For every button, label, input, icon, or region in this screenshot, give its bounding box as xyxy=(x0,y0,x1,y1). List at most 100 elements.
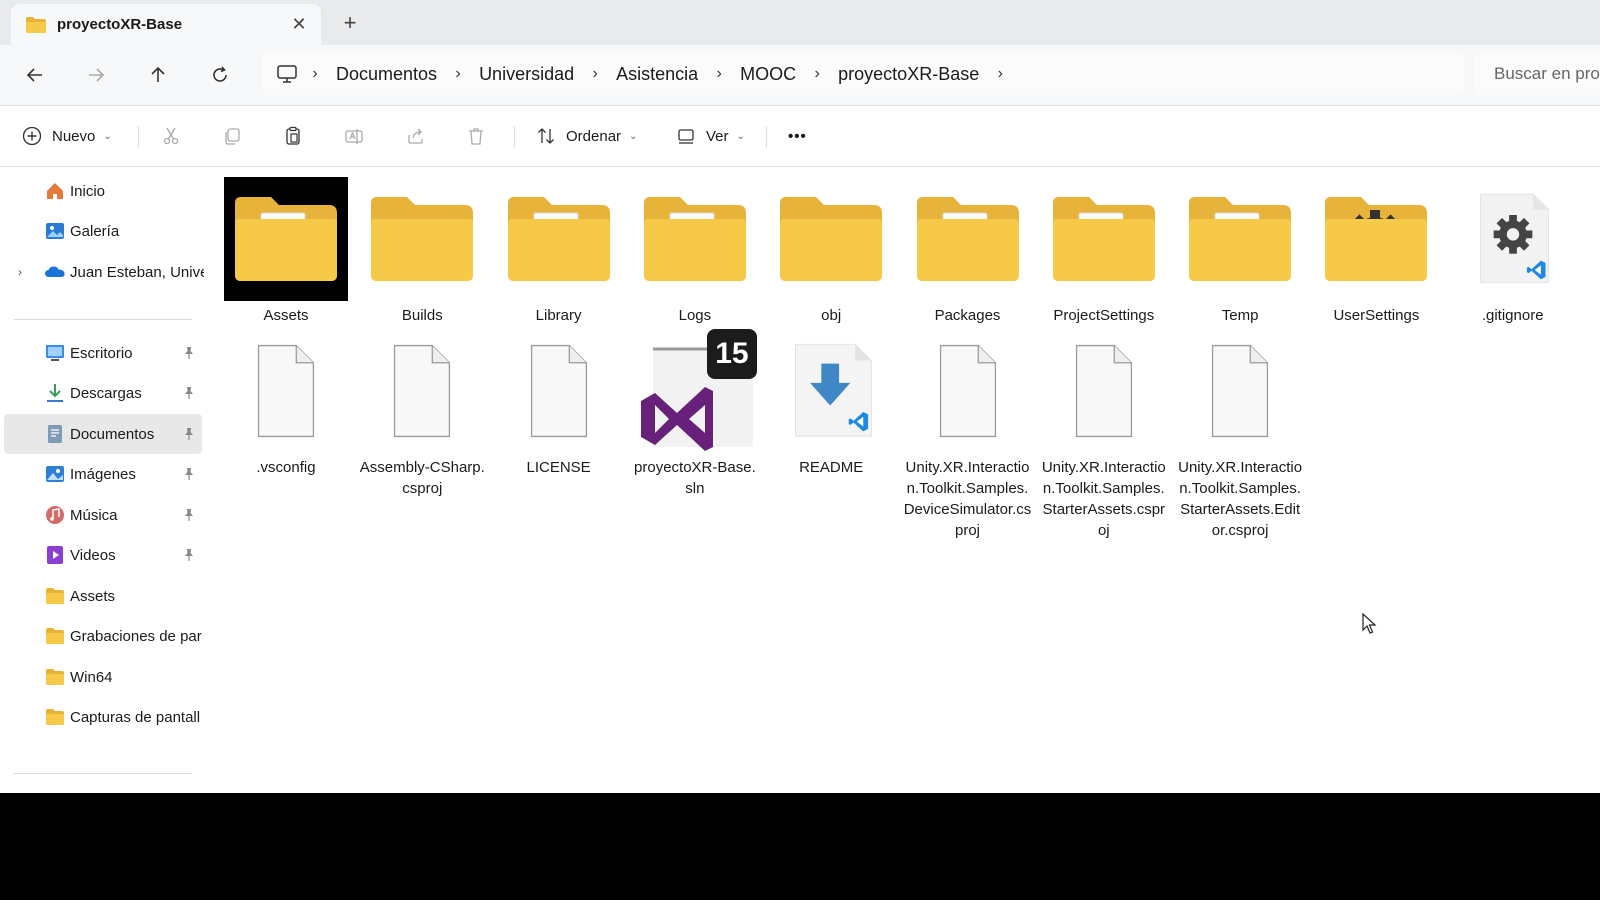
sidebar-item-videos[interactable]: Videos xyxy=(4,535,202,575)
file-item[interactable]: Packages xyxy=(900,177,1036,326)
rename-button[interactable] xyxy=(344,120,364,152)
sidebar-item-descargas[interactable]: Descargas xyxy=(4,373,202,413)
file-thumbnail xyxy=(633,177,757,301)
file-thumbnail xyxy=(1042,177,1166,301)
address-bar[interactable]: › Documentos › Universidad › Asistencia … xyxy=(262,53,1464,95)
file-item[interactable]: obj xyxy=(763,177,899,326)
share-button[interactable] xyxy=(406,120,426,152)
folder-icon xyxy=(1189,197,1292,281)
onedrive-cloud-icon xyxy=(45,266,65,277)
sidebar-item-grabaciones-de-par[interactable]: Grabaciones de par xyxy=(4,616,202,656)
file-item[interactable]: README xyxy=(763,329,899,478)
chevron-right-icon[interactable]: › xyxy=(441,65,475,83)
tab-proyectoxr-base[interactable]: proyectoXR-Base ✕ xyxy=(11,4,321,45)
breadcrumb-mooc[interactable]: MOOC xyxy=(736,64,800,85)
file-thumbnail xyxy=(360,329,484,453)
refresh-icon xyxy=(213,66,227,82)
refresh-button[interactable] xyxy=(202,59,238,91)
file-item[interactable]: 15 proyectoXR-Base.sln xyxy=(627,329,763,499)
back-button[interactable] xyxy=(17,59,53,91)
sidebar-item-capturas-de-pantall[interactable]: Capturas de pantall xyxy=(4,697,202,737)
arrow-left-icon xyxy=(26,68,42,82)
folder-icon xyxy=(46,709,64,725)
folder-icon xyxy=(46,669,64,685)
file-item[interactable]: Assets xyxy=(218,177,354,326)
pin-icon xyxy=(185,428,193,440)
divider xyxy=(514,126,515,148)
sidebar-item-escritorio[interactable]: Escritorio xyxy=(4,333,202,373)
view-button[interactable]: Ver ⌄ xyxy=(676,120,745,152)
up-button[interactable] xyxy=(140,59,176,91)
file-item[interactable]: .vsconfig xyxy=(218,329,354,478)
file-item[interactable]: ProjectSettings xyxy=(1036,177,1172,326)
breadcrumb-universidad[interactable]: Universidad xyxy=(475,64,578,85)
paste-button[interactable] xyxy=(283,120,303,152)
sidebar-item-galería[interactable]: Galería xyxy=(4,211,202,251)
file-item[interactable]: Assembly-CSharp.csproj xyxy=(354,329,490,499)
file-item[interactable]: Unity.XR.Interaction.Toolkit.Samples.Sta… xyxy=(1172,329,1308,541)
this-pc-icon xyxy=(277,65,297,83)
sidebar-item-documentos[interactable]: Documentos xyxy=(4,414,202,454)
file-thumbnail xyxy=(1451,177,1575,301)
new-button[interactable]: Nuevo ⌄ xyxy=(22,120,112,152)
expand-chevron-icon[interactable]: › xyxy=(18,265,22,279)
file-item[interactable]: LICENSE xyxy=(491,329,627,478)
cut-button[interactable] xyxy=(161,120,181,152)
file-name: Temp xyxy=(1221,307,1259,324)
file-item[interactable]: Logs xyxy=(627,177,763,326)
folder-icon xyxy=(46,628,64,644)
file-thumbnail xyxy=(769,177,893,301)
file-thumbnail xyxy=(1042,329,1166,453)
divider xyxy=(138,126,139,148)
search-box[interactable] xyxy=(1474,53,1600,95)
close-tab-button[interactable]: ✕ xyxy=(283,14,315,35)
divider xyxy=(14,319,192,320)
sidebar-item-win64[interactable]: Win64 xyxy=(4,657,202,697)
tab-title: proyectoXR-Base xyxy=(57,16,183,33)
sidebar-item-juan-esteban-unive[interactable]: › Juan Esteban, Unive xyxy=(4,252,204,292)
delete-button[interactable] xyxy=(466,120,486,152)
pin-icon xyxy=(185,468,193,480)
file-item[interactable]: Library xyxy=(491,177,627,326)
sort-button[interactable]: Ordenar ⌄ xyxy=(536,120,637,152)
chevron-right-icon[interactable]: › xyxy=(702,65,736,83)
search-input[interactable] xyxy=(1492,63,1600,85)
breadcrumb-documentos[interactable]: Documentos xyxy=(332,64,441,85)
file-item[interactable]: Temp xyxy=(1172,177,1308,326)
gitignore-file-icon xyxy=(1479,193,1549,283)
pictures-icon xyxy=(46,466,64,482)
file-name: LICENSE xyxy=(526,459,591,476)
file-item[interactable]: Builds xyxy=(354,177,490,326)
file-thumbnail xyxy=(906,329,1030,453)
file-thumbnail xyxy=(769,329,893,453)
mouse-cursor-icon xyxy=(1362,613,1377,634)
file-item[interactable]: Unity.XR.Interaction.Toolkit.Samples.Sta… xyxy=(1036,329,1172,541)
blank-file-icon xyxy=(1212,344,1269,438)
chevron-right-icon[interactable]: › xyxy=(983,65,1017,83)
view-icon xyxy=(678,129,694,144)
file-item[interactable]: .gitignore xyxy=(1445,177,1581,326)
file-thumbnail xyxy=(360,177,484,301)
sidebar-item-inicio[interactable]: Inicio xyxy=(4,171,202,211)
chevron-right-icon[interactable]: › xyxy=(298,65,332,83)
sidebar-item-imágenes[interactable]: Imágenes xyxy=(4,454,202,494)
file-name: Library xyxy=(535,307,582,324)
more-options-button[interactable]: ••• xyxy=(788,120,807,152)
file-item[interactable]: UserSettings xyxy=(1308,177,1444,326)
file-thumbnail xyxy=(224,329,348,453)
sidebar-item-música[interactable]: Música xyxy=(4,495,202,535)
settings-folder-icon xyxy=(1325,197,1428,281)
chevron-right-icon[interactable]: › xyxy=(578,65,612,83)
forward-button[interactable] xyxy=(78,59,114,91)
navigation-bar: › Documentos › Universidad › Asistencia … xyxy=(0,45,1600,106)
file-name: README xyxy=(799,459,864,476)
new-tab-button[interactable]: + xyxy=(334,8,366,38)
music-icon xyxy=(46,506,64,524)
file-thumbnail: 15 xyxy=(633,329,757,453)
sidebar-item-assets[interactable]: Assets xyxy=(4,576,202,616)
breadcrumb-proyectoxr-base[interactable]: proyectoXR-Base xyxy=(834,64,983,85)
copy-button[interactable] xyxy=(222,120,242,152)
breadcrumb-asistencia[interactable]: Asistencia xyxy=(612,64,702,85)
file-item[interactable]: Unity.XR.Interaction.Toolkit.Samples.Dev… xyxy=(900,329,1036,541)
chevron-right-icon[interactable]: › xyxy=(800,65,834,83)
